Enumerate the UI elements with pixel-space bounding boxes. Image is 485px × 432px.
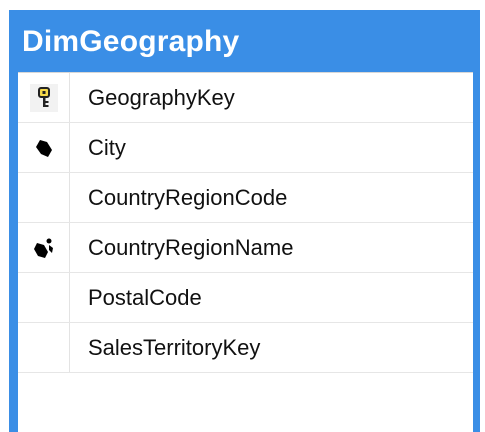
column-row-postalcode[interactable]: PostalCode xyxy=(18,273,473,323)
column-name: CountryRegionCode xyxy=(88,184,288,210)
table-title: DimGeography xyxy=(22,25,240,58)
column-row-city[interactable]: City xyxy=(18,123,473,173)
column-name: SalesTerritoryKey xyxy=(88,334,261,360)
hierarchy-icon xyxy=(33,238,53,258)
column-list: GeographyKey City CountryRegionCode Coun… xyxy=(18,72,473,432)
page: DimGeography GeographyKey City CountryRe… xyxy=(0,0,485,432)
column-name: PostalCode xyxy=(88,284,202,310)
column-name: City xyxy=(88,134,126,160)
primary-key-icon xyxy=(29,83,58,112)
column-row-countryregioncode[interactable]: CountryRegionCode xyxy=(18,173,473,223)
column-row-salesterritorykey[interactable]: SalesTerritoryKey xyxy=(18,323,473,373)
column-row-countryregionname[interactable]: CountryRegionName xyxy=(18,223,473,273)
column-name: CountryRegionName xyxy=(88,234,294,260)
hierarchy-leaf-icon xyxy=(35,139,52,157)
column-icon-cell xyxy=(18,223,70,272)
column-icon-cell xyxy=(18,73,70,122)
column-name: GeographyKey xyxy=(88,84,235,110)
column-icon-cell xyxy=(18,273,70,322)
column-icon-cell xyxy=(18,173,70,222)
column-icon-cell xyxy=(18,123,70,172)
column-icon-cell xyxy=(18,323,70,372)
column-row-geographykey[interactable]: GeographyKey xyxy=(18,73,473,123)
